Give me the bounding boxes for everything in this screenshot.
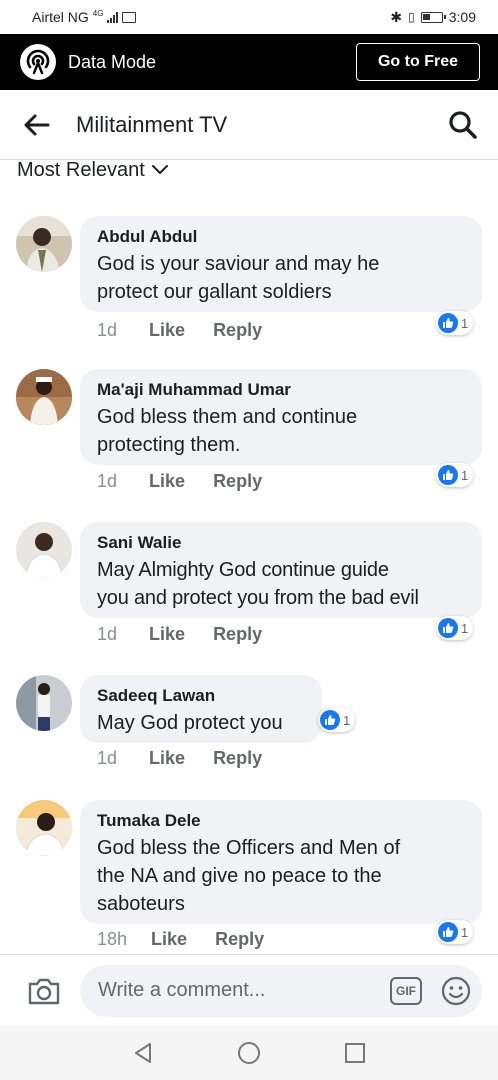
comment-composer: Write a comment... GIF bbox=[0, 954, 498, 1026]
status-bar: Airtel NG 4G ✱ ▯ 3:09 bbox=[0, 0, 498, 34]
comment-time: 18h bbox=[97, 929, 128, 949]
comment-actions: 1d Like Reply bbox=[97, 624, 262, 645]
comment-input[interactable]: Write a comment... GIF bbox=[80, 964, 482, 1017]
emoji-icon[interactable] bbox=[440, 975, 472, 1007]
data-mode-banner: Data Mode Go to Free bbox=[0, 34, 498, 90]
comment-input-placeholder: Write a comment... bbox=[98, 979, 266, 1001]
comment-time: 1d bbox=[97, 471, 118, 491]
reply-button[interactable]: Reply bbox=[213, 624, 262, 645]
comment-bubble[interactable]: Ma'aji Muhammad Umar God bless them and … bbox=[80, 369, 482, 465]
comment-time: 1d bbox=[97, 748, 118, 768]
bluetooth-icon: ✱ bbox=[390, 8, 403, 25]
comment-text: God is your saviour and may he protect o… bbox=[97, 253, 380, 303]
like-button[interactable]: Like bbox=[151, 929, 187, 950]
comment-author[interactable]: Ma'aji Muhammad Umar bbox=[97, 379, 466, 401]
reaction-count[interactable]: 1 bbox=[436, 311, 474, 335]
gif-button[interactable]: GIF bbox=[390, 976, 422, 1005]
sort-label: Most Relevant bbox=[17, 158, 145, 181]
comment-author[interactable]: Sadeeq Lawan bbox=[97, 685, 306, 707]
like-button[interactable]: Like bbox=[149, 471, 185, 492]
like-button[interactable]: Like bbox=[149, 748, 185, 769]
comment-time: 1d bbox=[97, 624, 118, 644]
comment-actions: 1d Like Reply bbox=[97, 320, 262, 341]
thumbs-up-icon bbox=[320, 710, 340, 730]
chevron-down-icon bbox=[151, 165, 168, 174]
like-button[interactable]: Like bbox=[149, 320, 185, 341]
back-triangle-icon[interactable] bbox=[90, 1033, 196, 1073]
comment-author[interactable]: Sani Walie bbox=[97, 532, 466, 554]
reply-button[interactable]: Reply bbox=[213, 748, 262, 769]
battery-icon bbox=[420, 11, 446, 23]
signal-icon bbox=[107, 11, 119, 23]
thumbs-up-icon bbox=[438, 618, 458, 638]
comment-bubble[interactable]: Abdul Abdul God is your saviour and may … bbox=[80, 216, 482, 312]
reply-button[interactable]: Reply bbox=[213, 320, 262, 341]
go-to-free-button[interactable]: Go to Free bbox=[356, 43, 480, 81]
comment-actions: 1d Like Reply bbox=[97, 471, 262, 492]
reaction-count[interactable]: 1 bbox=[436, 463, 474, 487]
avatar[interactable] bbox=[16, 522, 72, 578]
avatar[interactable] bbox=[16, 800, 72, 856]
sort-dropdown[interactable]: Most Relevant bbox=[17, 156, 169, 184]
network-type: 4G bbox=[92, 8, 104, 18]
camera-icon[interactable] bbox=[26, 973, 62, 1009]
data-mode-label: Data Mode bbox=[68, 51, 157, 72]
home-circle-icon[interactable] bbox=[196, 1033, 302, 1073]
avatar[interactable] bbox=[16, 216, 72, 272]
page-title: Militainment TV bbox=[76, 111, 228, 137]
comment-author[interactable]: Abdul Abdul bbox=[97, 226, 466, 248]
comment-bubble[interactable]: Sani Walie May Almighty God continue gui… bbox=[80, 522, 482, 618]
search-icon[interactable] bbox=[446, 108, 480, 142]
reaction-count[interactable]: 1 bbox=[318, 708, 356, 732]
comment-text: God bless them and continue protecting t… bbox=[97, 406, 358, 456]
comment-bubble[interactable]: Tumaka Dele God bless the Officers and M… bbox=[80, 800, 482, 924]
reply-button[interactable]: Reply bbox=[215, 929, 264, 950]
reaction-count[interactable]: 1 bbox=[436, 920, 474, 944]
comment-text: May Almighty God continue guide you and … bbox=[97, 559, 419, 609]
image-notification-icon bbox=[122, 11, 137, 23]
reply-button[interactable]: Reply bbox=[213, 471, 262, 492]
recents-square-icon[interactable] bbox=[302, 1033, 408, 1073]
page-header: Militainment TV bbox=[0, 90, 498, 160]
system-navigation-bar bbox=[0, 1026, 498, 1080]
arrow-left-icon[interactable] bbox=[22, 110, 52, 140]
comment-actions: 18h Like Reply bbox=[97, 929, 264, 950]
comment-actions: 1d Like Reply bbox=[97, 748, 262, 769]
like-button[interactable]: Like bbox=[149, 624, 185, 645]
carrier-name: Airtel NG bbox=[32, 9, 89, 25]
comment-author[interactable]: Tumaka Dele bbox=[97, 810, 466, 832]
comment-text: May God protect you bbox=[97, 712, 283, 734]
thumbs-up-icon bbox=[438, 465, 458, 485]
avatar[interactable] bbox=[16, 675, 72, 731]
thumbs-up-icon bbox=[438, 922, 458, 942]
avatar[interactable] bbox=[16, 369, 72, 425]
vibrate-icon: ▯ bbox=[408, 10, 415, 24]
data-mode-icon bbox=[20, 44, 56, 80]
clock: 3:09 bbox=[448, 9, 476, 25]
thumbs-up-icon bbox=[438, 313, 458, 333]
comment-bubble[interactable]: Sadeeq Lawan May God protect you bbox=[80, 675, 322, 743]
reaction-count[interactable]: 1 bbox=[436, 616, 474, 640]
comment-text: God bless the Officers and Men of the NA… bbox=[97, 837, 401, 915]
comment-time: 1d bbox=[97, 320, 118, 340]
